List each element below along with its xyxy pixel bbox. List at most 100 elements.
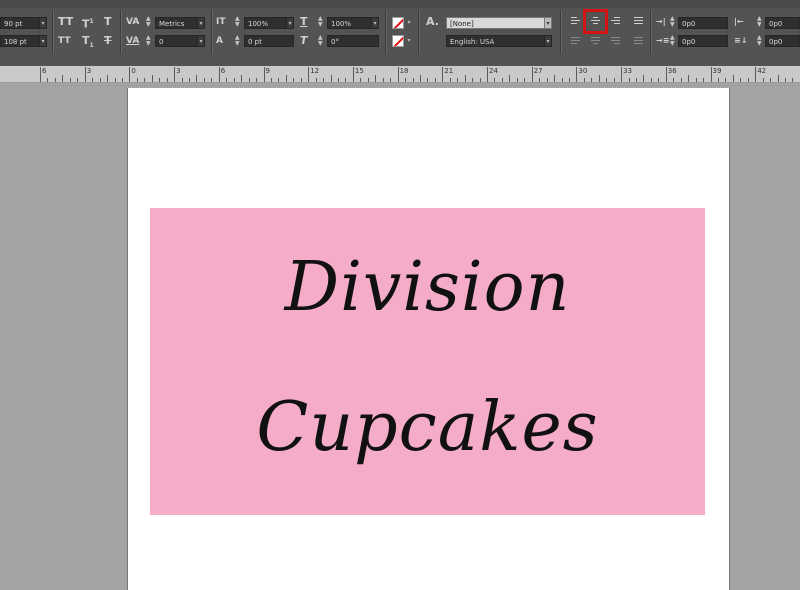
ruler-tick	[248, 78, 250, 82]
fill-swatch-dropdown[interactable]: ▾	[405, 17, 413, 29]
baseline-shift-stepper[interactable]: ▲ ▼	[235, 35, 241, 47]
ruler-tick	[121, 78, 123, 82]
ruler-label: 27	[533, 67, 543, 75]
superscript-icon[interactable]: T1	[82, 16, 94, 31]
subscript-icon[interactable]: T1	[82, 35, 94, 52]
ruler-tick	[241, 75, 243, 82]
ruler-tick	[725, 78, 727, 82]
justify-center-icon[interactable]	[590, 35, 601, 47]
left-indent-icon: →|	[656, 17, 666, 26]
text-frame[interactable]: Division Cupcakes	[150, 208, 705, 515]
ruler-tick	[405, 78, 407, 82]
ruler-label: 18	[399, 67, 409, 75]
kerning-dropdown[interactable]: ▾	[197, 17, 205, 29]
ruler-label: 39	[712, 67, 722, 75]
ruler-label: 33	[623, 67, 633, 75]
separator	[650, 10, 652, 54]
tracking-dropdown[interactable]: ▾	[197, 35, 205, 47]
first-line-indent-stepper[interactable]: ▲ ▼	[670, 35, 676, 47]
language-dropdown[interactable]: ▾	[544, 35, 552, 47]
ruler-tick	[777, 75, 779, 82]
ruler-tick	[457, 78, 459, 82]
justify-all-icon[interactable]	[633, 35, 644, 47]
horizontal-ruler[interactable]: 6 3 0 3 6 9 12 15 18 21 24 27 30 33 36 39 42	[0, 66, 800, 83]
strikethrough-icon[interactable]: T	[104, 35, 112, 47]
ruler-tick	[285, 75, 287, 82]
ruler-tick	[703, 78, 705, 82]
ruler-tick	[412, 78, 414, 82]
fill-swatch-none-icon[interactable]	[392, 17, 404, 29]
ruler-tick	[792, 78, 794, 82]
stroke-swatch-none-icon[interactable]	[392, 35, 404, 47]
right-indent-stepper[interactable]: ▲ ▼	[757, 16, 763, 28]
horizontal-scale-dropdown[interactable]: ▾	[371, 17, 379, 29]
ruler-tick	[785, 78, 786, 82]
skew-field[interactable]: 0°	[327, 35, 379, 47]
small-caps-icon[interactable]: TT	[58, 35, 71, 47]
ruler-tick	[293, 78, 295, 82]
ruler-tick	[695, 78, 697, 82]
ruler-tick	[352, 67, 354, 82]
character-style-field[interactable]: [None]	[446, 17, 552, 29]
headline-line-1[interactable]: Division	[150, 248, 705, 327]
leading-dropdown[interactable]: ▾	[39, 35, 47, 47]
ruler-tick	[174, 67, 176, 82]
ruler-tick	[136, 78, 138, 82]
ruler-tick	[263, 67, 265, 82]
control-panel: 90 pt ▾ 108 pt ▾ TT T1 T TT T1 T VA ▲ ▼ M…	[0, 0, 800, 67]
vertical-scale-dropdown[interactable]: ▾	[286, 17, 294, 29]
ruler-tick	[323, 78, 325, 82]
ruler-tick	[151, 75, 153, 82]
left-indent-field[interactable]: 0p0	[678, 17, 728, 29]
ruler-tick	[166, 78, 168, 82]
ruler-tick	[516, 78, 518, 82]
language-field[interactable]: English: USA	[446, 35, 552, 47]
kerning-stepper[interactable]: ▲ ▼	[146, 16, 152, 28]
character-style-dropdown[interactable]: ▾	[544, 17, 552, 29]
separator	[418, 10, 420, 54]
ruler-label: 36	[667, 67, 677, 75]
ruler-tick	[449, 78, 451, 82]
baseline-shift-field[interactable]: 0 pt	[244, 35, 294, 47]
ruler-tick	[531, 67, 533, 82]
headline-line-2[interactable]: Cupcakes	[150, 388, 705, 467]
skew-stepper[interactable]: ▲ ▼	[318, 35, 324, 47]
space-after-stepper[interactable]: ▲ ▼	[757, 35, 763, 47]
horizontal-scale-stepper[interactable]: ▲ ▼	[318, 16, 324, 28]
ruler-tick	[732, 75, 734, 82]
horizontal-scale-icon: T	[300, 15, 308, 28]
ruler-tick	[233, 78, 235, 82]
ruler-label: 12	[310, 67, 320, 75]
stroke-swatch-dropdown[interactable]: ▾	[405, 35, 413, 47]
ruler-label: 0	[131, 67, 136, 75]
ruler-tick	[300, 78, 302, 82]
ruler-tick	[367, 78, 369, 82]
ruler-tick	[99, 78, 101, 82]
font-size-dropdown[interactable]: ▾	[39, 17, 47, 29]
separator	[385, 10, 387, 54]
ruler-tick	[62, 75, 64, 82]
justify-left-icon[interactable]	[570, 35, 581, 47]
left-indent-stepper[interactable]: ▲ ▼	[670, 16, 676, 28]
tracking-icon: VA	[126, 36, 140, 46]
align-center-highlight	[583, 9, 608, 34]
ruler-tick	[650, 78, 652, 82]
vertical-scale-stepper[interactable]: ▲ ▼	[235, 16, 241, 28]
tracking-stepper[interactable]: ▲ ▼	[146, 35, 152, 47]
ruler-tick	[591, 78, 593, 82]
first-line-indent-field[interactable]: 0p0	[678, 35, 728, 47]
ruler-tick	[84, 67, 86, 82]
underline-icon[interactable]: T	[104, 16, 112, 28]
right-indent-field[interactable]: 0p0	[765, 17, 800, 29]
character-style-icon: A.	[426, 15, 439, 28]
all-caps-icon[interactable]: TT	[58, 16, 73, 28]
space-after-field[interactable]: 0p0	[765, 35, 800, 47]
align-right-icon[interactable]	[610, 15, 621, 27]
ruler-tick	[77, 78, 79, 82]
first-line-indent-icon: →≡	[656, 36, 670, 45]
ruler-tick	[546, 78, 548, 82]
align-left-icon[interactable]	[570, 15, 581, 27]
justify-right-icon[interactable]	[610, 35, 621, 47]
align-away-from-spine-icon[interactable]	[633, 15, 644, 27]
ruler-tick	[390, 78, 392, 82]
